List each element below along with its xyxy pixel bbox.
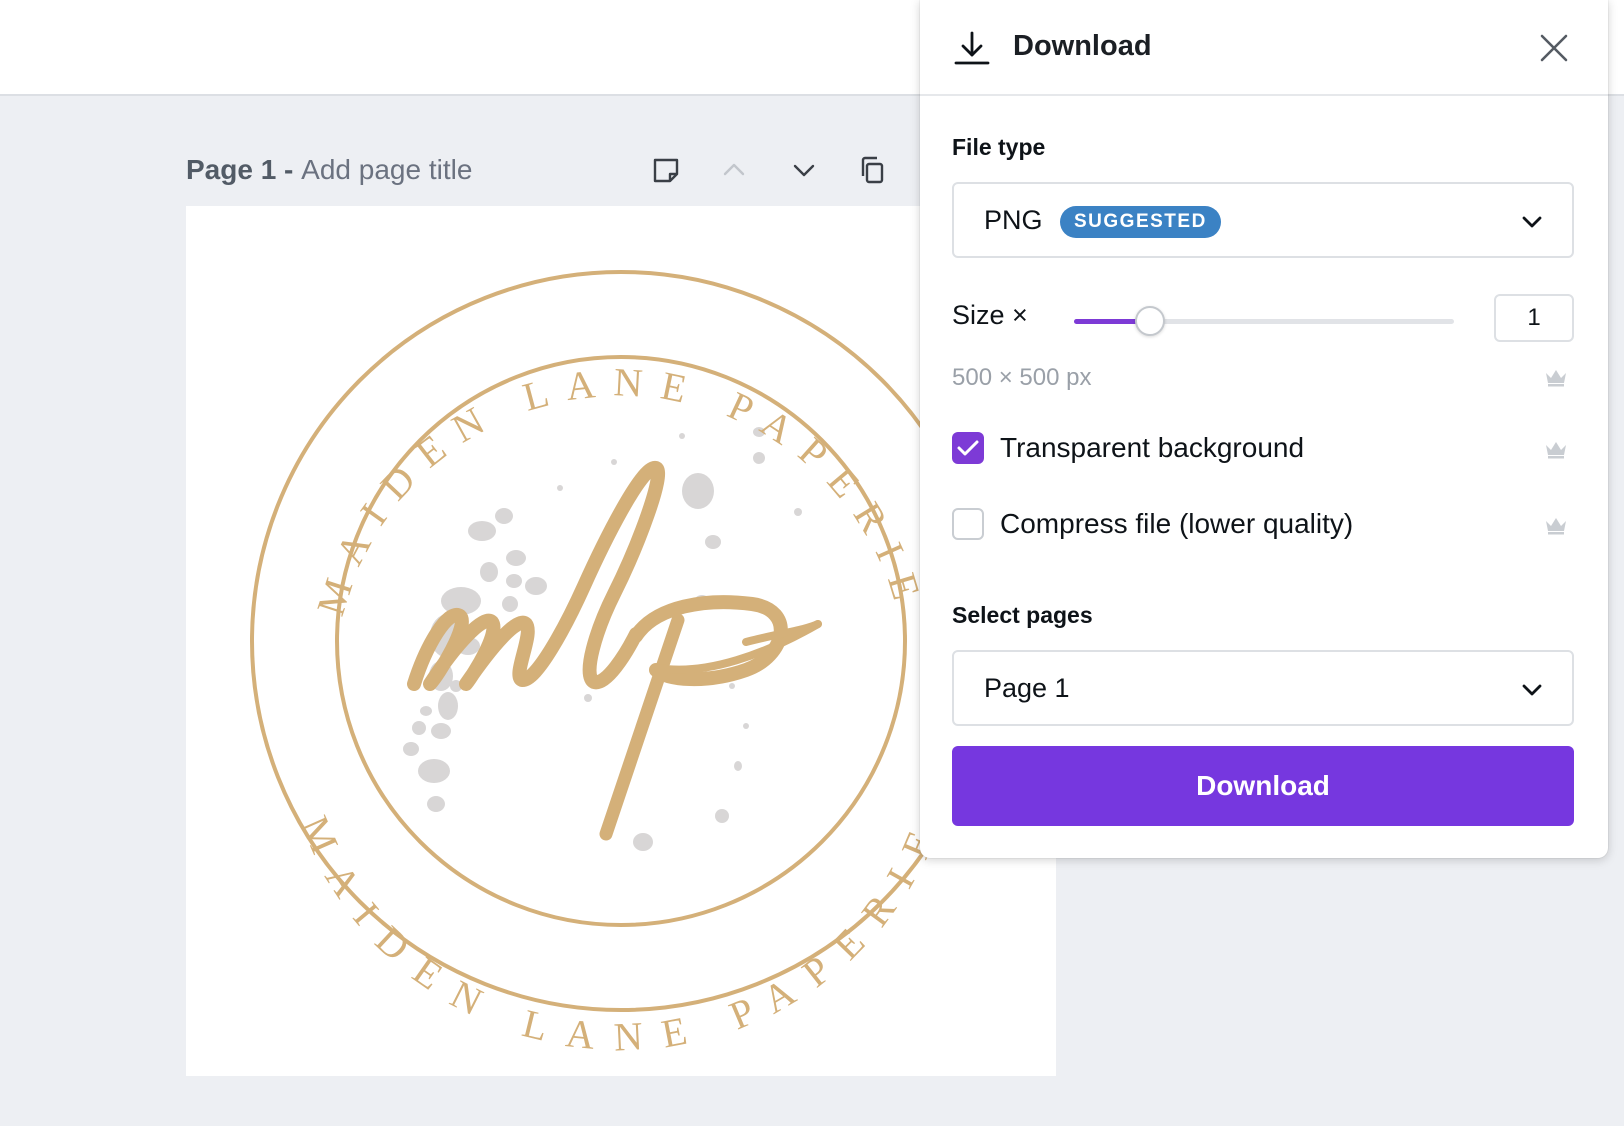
crown-icon bbox=[1546, 518, 1566, 535]
select-pages-value: Page 1 bbox=[984, 673, 1070, 703]
page-title[interactable]: Page 1 - Add page title bbox=[186, 154, 472, 186]
page-number-label: Page 1 bbox=[186, 154, 277, 185]
panel-title: Download bbox=[1013, 30, 1152, 62]
size-multiplier-input[interactable]: 1 bbox=[1494, 294, 1574, 342]
checkmark-icon bbox=[957, 440, 979, 456]
select-pages-dropdown[interactable]: Page 1 bbox=[952, 650, 1574, 726]
file-type-select[interactable]: PNG SUGGESTED bbox=[952, 182, 1574, 258]
transparent-background-label: Transparent background bbox=[1000, 432, 1305, 463]
crown-icon bbox=[1546, 370, 1566, 387]
file-type-value: PNG bbox=[984, 205, 1043, 235]
page-title-separator: - bbox=[276, 154, 302, 185]
file-type-label: File type bbox=[952, 134, 1046, 160]
page-title-placeholder[interactable]: Add page title bbox=[301, 154, 472, 185]
add-note-icon[interactable] bbox=[648, 152, 684, 188]
transparent-background-checkbox[interactable] bbox=[952, 432, 984, 464]
compress-file-checkbox[interactable] bbox=[952, 508, 984, 540]
move-page-down-icon[interactable] bbox=[786, 152, 822, 188]
move-page-up-icon[interactable] bbox=[716, 152, 752, 188]
compress-file-label: Compress file (lower quality) bbox=[1000, 508, 1354, 539]
suggested-badge: SUGGESTED bbox=[1060, 206, 1221, 238]
chevron-down-icon bbox=[1522, 216, 1542, 228]
close-icon[interactable] bbox=[1536, 30, 1572, 66]
select-pages-label: Select pages bbox=[952, 602, 1093, 628]
chevron-down-icon bbox=[1522, 684, 1542, 696]
download-panel: Download File type PNG SUGGESTED Size × … bbox=[920, 0, 1608, 858]
page-header: Page 1 - Add page title bbox=[186, 148, 906, 192]
size-label: Size × bbox=[952, 300, 1028, 330]
compress-file-option[interactable]: Compress file (lower quality) bbox=[952, 508, 1574, 542]
download-button[interactable]: Download bbox=[952, 746, 1574, 826]
duplicate-page-icon[interactable] bbox=[854, 152, 890, 188]
download-panel-header: Download bbox=[920, 0, 1608, 96]
size-slider-thumb[interactable] bbox=[1135, 306, 1165, 336]
ring-text-bottom: MAIDEN LANE PAPERIE bbox=[292, 809, 949, 1059]
transparent-background-option[interactable]: Transparent background bbox=[952, 432, 1574, 466]
size-slider[interactable] bbox=[1074, 304, 1454, 340]
download-icon bbox=[952, 28, 992, 68]
crown-icon bbox=[1546, 442, 1566, 459]
dimensions-text: 500 × 500 px bbox=[952, 364, 1092, 391]
